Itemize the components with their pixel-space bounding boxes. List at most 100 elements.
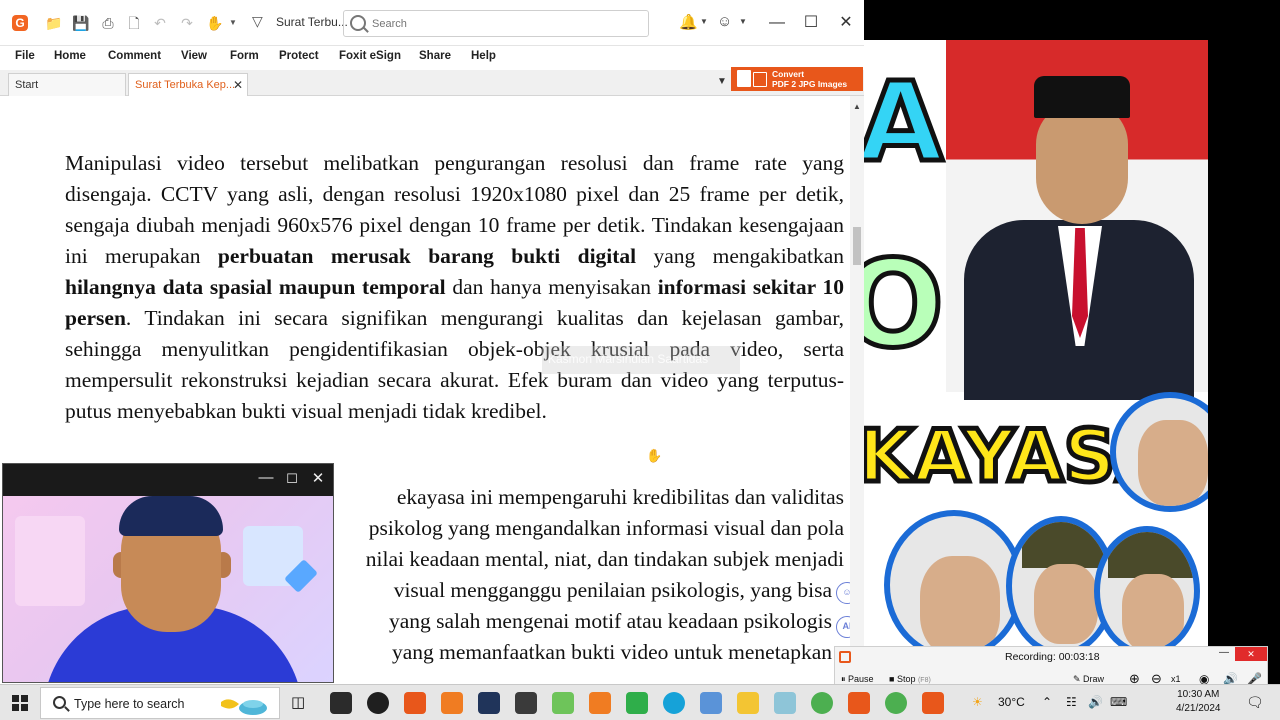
menu-help[interactable]: Help	[471, 50, 496, 62]
portrait-circle	[884, 510, 1024, 646]
hand-tool-dropdown-icon[interactable]: ▼	[223, 13, 243, 33]
tab-close-icon[interactable]: ✕	[233, 78, 243, 92]
search-box[interactable]	[343, 10, 649, 37]
chrome-icon[interactable]	[811, 692, 833, 714]
menu-protect[interactable]: Protect	[279, 50, 319, 62]
windows-start-icon[interactable]	[12, 695, 28, 711]
taskbar-app-icon[interactable]	[367, 692, 389, 714]
wall-decoration	[15, 516, 85, 606]
zoom-level: x1	[1171, 674, 1181, 684]
tray-chevron-icon[interactable]: ⌃	[1042, 695, 1052, 709]
portrait-face	[1034, 564, 1098, 644]
filter-icon[interactable]: ▽	[252, 13, 263, 30]
weather-icon[interactable]: ☀	[972, 695, 983, 709]
volume-icon[interactable]: 🔊	[1088, 695, 1103, 709]
taskbar-app-icon[interactable]	[589, 692, 611, 714]
webcam-window[interactable]: — ☐ ✕	[2, 463, 334, 683]
text-run: yang mengakibatkan	[636, 244, 845, 268]
bell-dropdown-icon[interactable]: ▼	[700, 17, 708, 26]
video-thumbnail: A O KAYASA	[864, 40, 1208, 646]
portrait-cap	[1022, 522, 1110, 568]
menu-comment[interactable]: Comment	[108, 50, 161, 62]
menu-file[interactable]: File	[15, 50, 35, 62]
stop-button[interactable]: ■ Stop (F8)	[889, 674, 931, 684]
account-icon[interactable]: ☺	[717, 13, 732, 30]
save-icon[interactable]: 💾	[71, 13, 91, 33]
bold-text-run: hilangnya data spasial maupun temporal	[65, 275, 446, 299]
bold-text-run: perbuatan merusak barang bukti digital	[217, 244, 637, 268]
bell-icon[interactable]: 🔔	[679, 13, 698, 31]
search-input[interactable]	[372, 15, 642, 33]
taskbar-app-icon[interactable]	[626, 692, 648, 714]
taskbar-app-icon[interactable]	[700, 692, 722, 714]
portrait-face	[1138, 420, 1208, 506]
scroll-up-icon[interactable]: ▲	[853, 102, 861, 111]
taskbar-app-icon[interactable]	[552, 692, 574, 714]
taskbar-app-icon[interactable]	[404, 692, 426, 714]
pause-label: Pause	[848, 674, 874, 684]
undo-icon[interactable]: ↶	[150, 13, 170, 33]
menu-view[interactable]: View	[181, 50, 207, 62]
tab-start[interactable]: Start	[8, 73, 126, 96]
menu-foxit-esign[interactable]: Foxit eSign	[339, 50, 401, 62]
redo-icon[interactable]: ↷	[177, 13, 197, 33]
taskbar-app-icon[interactable]	[330, 692, 352, 714]
clock-time: 10:30 AM	[1177, 689, 1220, 700]
close-icon[interactable]: ✕	[833, 10, 859, 36]
open-folder-icon[interactable]: 📁	[44, 13, 64, 33]
network-icon[interactable]: ☷	[1066, 695, 1077, 709]
weather-temperature[interactable]: 30°C	[998, 695, 1025, 709]
maximize-icon[interactable]: ☐	[798, 10, 824, 36]
stop-shortcut: (F8)	[917, 677, 931, 684]
taskbar-app-icon[interactable]	[441, 692, 463, 714]
taskbar-app-icon[interactable]	[515, 692, 537, 714]
promo-line1: Convert	[772, 69, 805, 79]
taskbar-app-icon[interactable]	[478, 692, 500, 714]
background-video: A O KAYASA	[864, 0, 1280, 684]
webcam-close-icon[interactable]: ✕	[308, 469, 328, 487]
webcam-minimize-icon[interactable]: —	[256, 469, 276, 486]
portrait-face	[1122, 574, 1184, 646]
tab-list-dropdown-icon[interactable]: ▼	[717, 76, 727, 87]
vertical-scrollbar[interactable]: ▲	[850, 96, 864, 684]
tab-document-label: Surat Terbuka Kep...	[135, 79, 236, 91]
taskbar-search-box[interactable]: Type here to search	[40, 687, 280, 719]
menu-home[interactable]: Home	[54, 50, 86, 62]
taskbar-search-text: Type here to search	[74, 697, 185, 711]
paragraph-1: Manipulasi video tersebut melibatkan pen…	[65, 148, 844, 427]
tab-document[interactable]: Surat Terbuka Kep... ✕	[128, 73, 248, 96]
print-icon[interactable]: ⎙	[98, 13, 118, 33]
webcam-maximize-icon[interactable]: ☐	[282, 471, 302, 487]
task-view-icon[interactable]: ◫	[291, 693, 305, 711]
foxit-logo-icon[interactable]: G	[12, 15, 28, 31]
search-highlight-icon	[221, 699, 267, 715]
taskbar-app-icon[interactable]	[774, 692, 796, 714]
text-run: dan hanya menyisakan	[445, 275, 658, 299]
thumbnail-letter: O	[864, 234, 947, 378]
jpg-badge-icon	[753, 72, 767, 87]
notification-icon[interactable]: 🗨	[1246, 694, 1264, 711]
account-dropdown-icon[interactable]: ▼	[739, 17, 747, 26]
recorder-taskbar-icon[interactable]	[922, 692, 944, 714]
hand-tool-icon[interactable]: ✋	[205, 13, 225, 33]
create-icon[interactable]: 🗋	[124, 13, 144, 33]
foxit-taskbar-icon[interactable]	[848, 692, 870, 714]
clock[interactable]: 10:30 AM 4/21/2024	[1176, 688, 1221, 716]
menu-form[interactable]: Form	[230, 50, 259, 62]
hand-cursor-icon: ✋	[646, 448, 663, 463]
file-explorer-icon[interactable]	[737, 692, 759, 714]
recorder-close-icon[interactable]: ✕	[1235, 647, 1267, 661]
minimize-icon[interactable]: —	[764, 10, 790, 36]
pdf-badge-icon	[737, 70, 751, 87]
recording-label: Recording:	[1005, 651, 1056, 663]
language-icon[interactable]: ⌨	[1110, 695, 1127, 709]
portrait-face	[1036, 102, 1128, 224]
convert-promo-banner[interactable]: Convert PDF 2 JPG Images	[731, 67, 863, 91]
search-icon	[350, 15, 366, 31]
menu-share[interactable]: Share	[419, 50, 451, 62]
chrome-icon[interactable]	[885, 692, 907, 714]
recorder-minimize-icon[interactable]: —	[1219, 647, 1229, 658]
tab-start-label: Start	[15, 79, 39, 91]
taskbar-app-icon[interactable]	[663, 692, 685, 714]
scrollbar-thumb[interactable]	[853, 227, 861, 265]
